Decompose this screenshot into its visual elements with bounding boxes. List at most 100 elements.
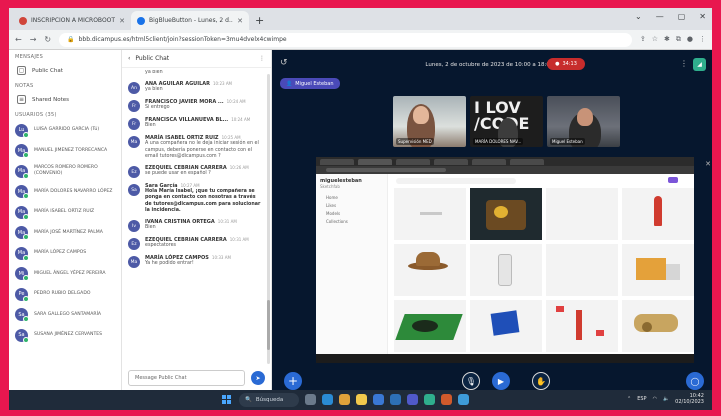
connection-status-icon[interactable]: ◢ bbox=[693, 58, 706, 71]
chat-message-input[interactable]: Message Public Chat bbox=[128, 370, 245, 386]
speaker-icon[interactable]: 🔈 bbox=[663, 396, 669, 402]
shared-notes-label: Shared Notes bbox=[32, 96, 69, 103]
user-list-item[interactable]: Ma MANUEL JIMENEZ TORRECANCA bbox=[9, 141, 121, 162]
user-list-item[interactable]: Mi MIGUEL ÁNGEL YÉPEZ PEREIRA bbox=[9, 264, 121, 285]
maximize-icon[interactable]: ▢ bbox=[678, 12, 686, 21]
user-name: MIGUEL ÁNGEL YÉPEZ PEREIRA bbox=[34, 270, 106, 276]
options-menu-icon[interactable]: ⋮ bbox=[680, 59, 688, 68]
model-thumbnail bbox=[470, 244, 542, 296]
chat-scrollbar-thumb[interactable] bbox=[267, 300, 270, 350]
close-window-icon[interactable]: ✕ bbox=[699, 12, 706, 21]
webcam-tile[interactable]: I LOV /CODE MARÍA DOLORES NAV... bbox=[470, 96, 543, 147]
hand-icon: ✋ bbox=[536, 376, 546, 386]
actions-plus-button[interactable]: + bbox=[284, 372, 302, 390]
avatar: An bbox=[128, 82, 140, 95]
taskbar-apps bbox=[305, 394, 469, 405]
message-text: Bien bbox=[145, 225, 156, 231]
windows-start-icon[interactable] bbox=[222, 395, 232, 405]
app-icon[interactable] bbox=[458, 394, 469, 405]
notifications-button[interactable]: ◯ bbox=[686, 372, 704, 390]
user-list-item[interactable]: Ma MARCOS ROMERO ROMERO (CONVENIO) bbox=[9, 161, 121, 182]
user-list-item[interactable]: Ma MARÍA DOLORES NAVARRO LÓPEZ bbox=[9, 182, 121, 203]
reload-icon[interactable]: ↻ bbox=[44, 35, 51, 44]
new-tab-button[interactable]: + bbox=[249, 14, 270, 30]
star-icon[interactable]: ☆ bbox=[652, 35, 658, 44]
back-arrow-icon[interactable]: ← bbox=[15, 35, 22, 44]
task-view-icon[interactable] bbox=[305, 394, 316, 405]
chat-panel: ‹ Public Chat ⋮ ya bien An ANA AGUILAR AGU… bbox=[122, 50, 272, 390]
user-list-item[interactable]: Pe PEDRO RUBIO DELGADO bbox=[9, 284, 121, 305]
chat-message: Iv IVANA CRISTINA ORTEGA 10:31 AM Bien bbox=[128, 219, 261, 233]
taskbar-search[interactable]: 🔍 Búsqueda bbox=[239, 393, 299, 407]
webcam-button[interactable]: ▶ bbox=[492, 372, 510, 390]
public-chat-item[interactable]: ▢ Public Chat bbox=[9, 62, 121, 79]
user-list-item[interactable]: Ma MARÍA LÓPEZ CAMPOS bbox=[9, 243, 121, 264]
browser-tab-bigbluebutton[interactable]: BigBlueButton - Lunes, 2 d... ✕ bbox=[131, 11, 249, 30]
chat-bubble-icon: ▢ bbox=[17, 66, 26, 75]
extension-icon[interactable]: ✱ bbox=[664, 35, 670, 44]
users-section-title: USUARIOS (35) bbox=[15, 112, 57, 118]
tab-favicon-icon bbox=[137, 16, 145, 25]
wifi-icon[interactable]: ◠ bbox=[653, 396, 657, 402]
chevron-left-icon[interactable]: ‹ bbox=[128, 55, 130, 62]
puzzle-icon[interactable]: ⧉ bbox=[676, 35, 681, 44]
model-thumbnail bbox=[470, 188, 542, 240]
shared-tab bbox=[510, 158, 544, 165]
recording-indicator[interactable]: ● 34:13 bbox=[547, 58, 585, 70]
edge-icon[interactable] bbox=[322, 394, 333, 405]
profile-icon[interactable]: ● bbox=[687, 35, 693, 44]
chat-options-icon[interactable]: ⋮ bbox=[259, 55, 265, 62]
forward-arrow-icon[interactable]: → bbox=[30, 35, 37, 44]
clock[interactable]: 10:42 02/10/2023 bbox=[675, 393, 704, 405]
user-list-item[interactable]: Sa SARA GALLEGO SANTAMARÍA bbox=[9, 305, 121, 326]
mute-mic-button[interactable]: 🎙 bbox=[462, 372, 480, 390]
language-indicator[interactable]: ESP bbox=[637, 396, 646, 402]
url-text: bbb.dicampus.es/html5client/join?session… bbox=[78, 36, 287, 43]
message-text: espectatores bbox=[145, 243, 177, 249]
fullscreen-icon[interactable]: ✕ bbox=[705, 160, 711, 168]
user-list-item[interactable]: Ma MARÍA JOSÉ MARTÍNEZ PALMA bbox=[9, 223, 121, 244]
screen: INSCRIPCIÓN A MICROBOOTC ✕ BigBlueButton… bbox=[9, 8, 712, 410]
presentation-stage: ↺ Lunes, 2 de octubre de 2023 de 10:00 a… bbox=[272, 50, 712, 390]
message-time: 10:31 AM bbox=[217, 219, 237, 225]
close-tab-icon[interactable]: ✕ bbox=[119, 17, 125, 25]
model-thumbnail bbox=[622, 244, 694, 296]
author-name: FRANCISCA VILLANUEVA BL... bbox=[145, 117, 229, 124]
teams-icon[interactable] bbox=[407, 394, 418, 405]
address-bar[interactable]: 🔒 bbb.dicampus.es/html5client/join?sessi… bbox=[59, 32, 632, 47]
record-dot-icon: ● bbox=[555, 61, 560, 67]
user-name: SUSANA JIMÉNEZ CERVANTES bbox=[34, 332, 103, 338]
person-face bbox=[413, 106, 429, 124]
raise-hand-button[interactable]: ✋ bbox=[532, 372, 550, 390]
user-list-item[interactable]: Sa SUSANA JIMÉNEZ CERVANTES bbox=[9, 325, 121, 346]
browser-tab-inscripcion[interactable]: INSCRIPCIÓN A MICROBOOTC ✕ bbox=[13, 11, 131, 30]
chat-message: Ma MARÍA ISABEL ORTIZ RUIZ 10:25 AM A una c… bbox=[128, 135, 261, 160]
users-panel: MENSAJES ▢ Public Chat NOTAS ≡ Shared No… bbox=[9, 50, 122, 390]
shared-tab bbox=[434, 158, 468, 165]
message-author: IVANA CRISTINA ORTEGA 10:31 AM bbox=[145, 219, 237, 225]
avatar: Fr bbox=[128, 100, 140, 113]
minimize-icon[interactable]: — bbox=[656, 12, 664, 21]
close-tab-icon[interactable]: ✕ bbox=[237, 17, 243, 25]
user-list-item[interactable]: Ma MARÍA ISABEL ORTIZ RUIZ bbox=[9, 202, 121, 223]
message-text: A una compañera no le deja iniciar sesió… bbox=[145, 141, 259, 159]
app-icon[interactable] bbox=[424, 394, 435, 405]
store-icon[interactable] bbox=[373, 394, 384, 405]
shared-browser-tabs bbox=[316, 157, 694, 166]
avatar: Ma bbox=[15, 185, 29, 200]
system-tray: ⌃ ESP ◠ 🔈 10:42 02/10/2023 bbox=[627, 393, 704, 405]
files-icon[interactable] bbox=[356, 394, 367, 405]
webcam-tile[interactable]: Supervisión MED bbox=[393, 96, 466, 147]
menu-icon[interactable]: ⋮ bbox=[699, 35, 706, 44]
chevron-up-icon[interactable]: ⌃ bbox=[627, 396, 631, 402]
webcam-tile[interactable]: Miguel Esteban bbox=[547, 96, 620, 147]
chat-messages: ya bien An ANA AGUILAR AGUILAR 10:23 AM ya b… bbox=[122, 70, 265, 370]
app-icon[interactable] bbox=[441, 394, 452, 405]
user-list-item[interactable]: Lu LUISA GARRIDO GARCIA (Tú) bbox=[9, 120, 121, 141]
mail-icon[interactable] bbox=[390, 394, 401, 405]
tab-search-icon[interactable]: ⌄ bbox=[635, 12, 642, 21]
shared-notes-item[interactable]: ≡ Shared Notes bbox=[9, 91, 121, 108]
send-message-button[interactable]: ➤ bbox=[251, 371, 265, 385]
chrome-icon[interactable] bbox=[339, 394, 350, 405]
share-icon[interactable]: ⇪ bbox=[640, 35, 646, 44]
